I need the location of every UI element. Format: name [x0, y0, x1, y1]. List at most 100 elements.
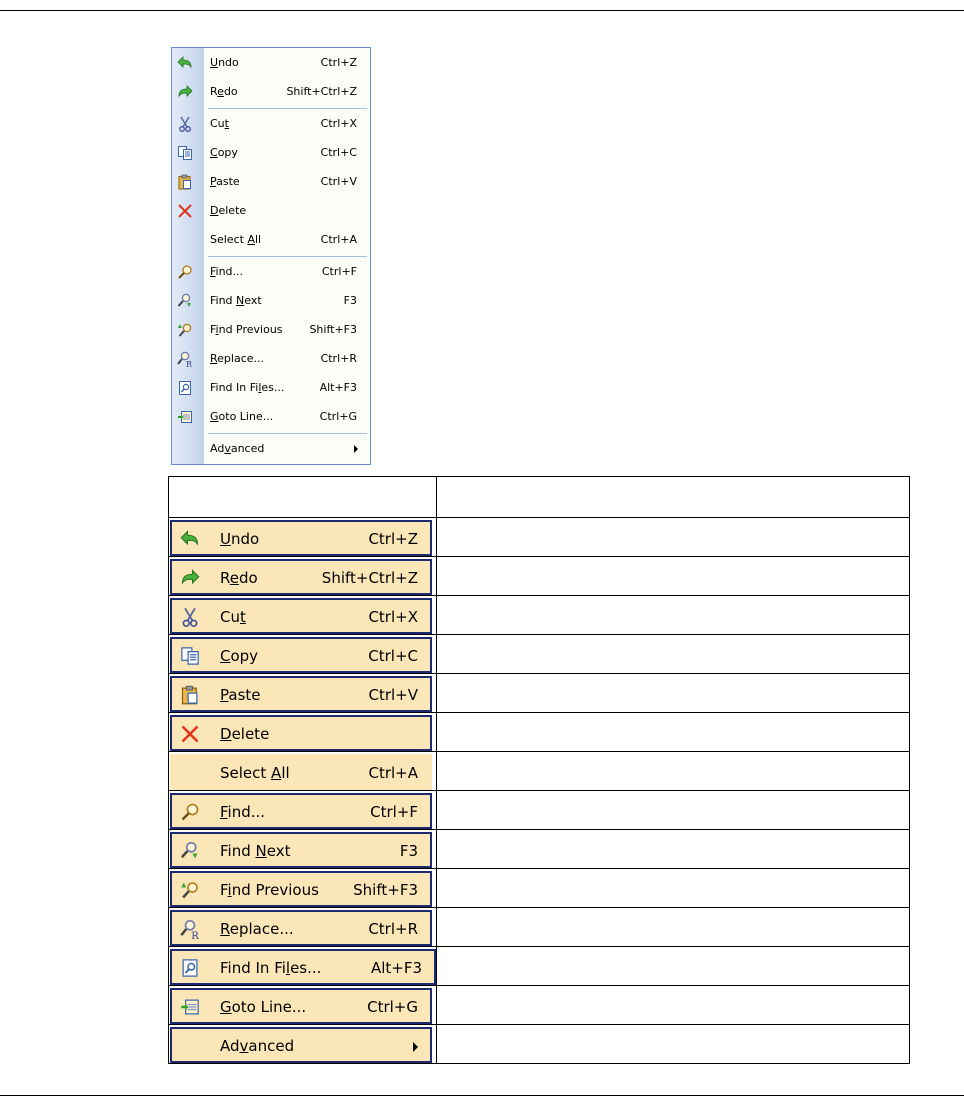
shortcut-label: Ctrl+F	[370, 803, 418, 821]
shortcut-label: Shift+Ctrl+Z	[286, 85, 357, 98]
paste-icon	[176, 173, 194, 191]
replace-icon: R	[178, 917, 202, 941]
table-row: Find Previous Shift+F3	[168, 868, 910, 908]
shortcut-label: Alt+F3	[319, 381, 357, 394]
shortcut-label: Ctrl+F	[321, 265, 357, 278]
svg-text:R: R	[191, 931, 199, 939]
shortcut-label: Shift+F3	[309, 323, 357, 336]
shortcut-label: Ctrl+Z	[320, 56, 357, 69]
menu-item-delete[interactable]: Delete	[172, 197, 370, 225]
shortcut-label: Shift+Ctrl+Z	[321, 569, 418, 587]
description-cell	[436, 751, 910, 791]
undo-icon	[176, 54, 194, 72]
menu-item-delete-large[interactable]: Delete	[170, 715, 432, 751]
menu-item-copy-large[interactable]: Copy Ctrl+C	[170, 637, 432, 673]
menu-separator	[208, 433, 367, 434]
copy-icon	[176, 144, 194, 162]
shortcut-label: Ctrl+C	[320, 146, 357, 159]
menu-item-replace-large[interactable]: R Replace... Ctrl+R	[170, 910, 432, 946]
shortcut-label: Ctrl+X	[368, 608, 418, 626]
menu-item-find-in-files[interactable]: Find In Files... Alt+F3	[172, 374, 370, 402]
menu-separator	[208, 108, 367, 109]
description-cell	[436, 946, 910, 986]
find-previous-icon	[178, 878, 202, 902]
table-row: R Replace... Ctrl+R	[168, 907, 910, 947]
replace-icon: R	[176, 350, 194, 368]
menu-item-find-next[interactable]: Find Next F3	[172, 287, 370, 315]
menu-item-redo-large[interactable]: Redo Shift+Ctrl+Z	[170, 559, 432, 595]
menu-item-find-previous-large[interactable]: Find Previous Shift+F3	[170, 871, 432, 907]
edit-context-menu: Undo Ctrl+Z Redo Shift+Ctrl+Z Cut Ctrl+X…	[171, 47, 371, 465]
menu-item-redo[interactable]: Redo Shift+Ctrl+Z	[172, 78, 370, 106]
shortcut-label: Ctrl+A	[320, 233, 357, 246]
menu-item-cut[interactable]: Cut Ctrl+X	[172, 110, 370, 138]
cut-icon	[176, 115, 194, 133]
shortcut-label: Shift+F3	[353, 881, 418, 899]
table-row: Find... Ctrl+F	[168, 790, 910, 830]
description-cell	[436, 673, 910, 713]
shortcut-label: Ctrl+G	[319, 410, 357, 423]
table-header-row	[168, 476, 910, 518]
menu-item-select-all-large[interactable]: Select All Ctrl+A	[170, 754, 432, 790]
menu-item-goto-line[interactable]: Goto Line... Ctrl+G	[172, 403, 370, 431]
shortcut-label: Ctrl+V	[368, 686, 418, 704]
table-row: Delete	[168, 712, 910, 752]
header-cell-item	[168, 476, 437, 518]
menu-item-find-in-files-large[interactable]: Find In Files... Alt+F3	[170, 949, 436, 985]
bottom-rule	[0, 1095, 964, 1096]
table-row: Advanced	[168, 1024, 910, 1064]
shortcut-label: Ctrl+G	[367, 998, 418, 1016]
find-next-icon	[176, 292, 194, 310]
top-rule	[0, 10, 964, 11]
shortcut-label: Ctrl+Z	[368, 530, 418, 548]
find-next-icon	[178, 839, 202, 863]
table-row: Select All Ctrl+A	[168, 751, 910, 791]
menu-item-copy[interactable]: Copy Ctrl+C	[172, 139, 370, 167]
delete-icon	[178, 722, 202, 746]
description-cell	[436, 712, 910, 752]
shortcut-label: Ctrl+C	[368, 647, 418, 665]
menu-reference-table: Undo Ctrl+Z Redo Shift+Ctrl+Z Cut Ctrl+X	[168, 476, 910, 1064]
menu-item-advanced-large[interactable]: Advanced	[170, 1027, 432, 1063]
menu-item-replace[interactable]: R Replace... Ctrl+R	[172, 345, 370, 373]
menu-item-cut-large[interactable]: Cut Ctrl+X	[170, 598, 432, 634]
description-cell	[436, 595, 910, 635]
shortcut-label: Ctrl+A	[368, 764, 418, 782]
table-row: Find In Files... Alt+F3	[168, 946, 910, 986]
description-cell	[436, 790, 910, 830]
menu-item-find-large[interactable]: Find... Ctrl+F	[170, 793, 432, 829]
description-cell	[436, 868, 910, 908]
menu-item-goto-line-large[interactable]: Goto Line... Ctrl+G	[170, 988, 432, 1024]
menu-item-advanced[interactable]: Advanced	[172, 435, 370, 463]
cut-icon	[178, 605, 202, 629]
menu-item-undo[interactable]: Undo Ctrl+Z	[172, 49, 370, 77]
description-cell	[436, 829, 910, 869]
menu-item-find-previous[interactable]: Find Previous Shift+F3	[172, 316, 370, 344]
redo-icon	[176, 83, 194, 101]
paste-icon	[178, 683, 202, 707]
redo-icon	[178, 566, 202, 590]
menu-item-find-next-large[interactable]: Find Next F3	[170, 832, 432, 868]
description-cell	[436, 517, 910, 557]
shortcut-label: Ctrl+R	[320, 352, 357, 365]
description-cell	[436, 985, 910, 1025]
find-in-files-icon	[176, 379, 194, 397]
header-cell-description	[436, 476, 910, 518]
description-cell	[436, 907, 910, 947]
delete-icon	[176, 202, 194, 220]
menu-item-paste[interactable]: Paste Ctrl+V	[172, 168, 370, 196]
menu-item-paste-large[interactable]: Paste Ctrl+V	[170, 676, 432, 712]
description-cell	[436, 556, 910, 596]
menu-item-find[interactable]: Find... Ctrl+F	[172, 258, 370, 286]
find-in-files-icon	[178, 956, 202, 980]
menu-item-select-all[interactable]: Select All Ctrl+A	[172, 226, 370, 254]
find-icon	[178, 800, 202, 824]
shortcut-label: F3	[343, 294, 357, 307]
copy-icon	[178, 644, 202, 668]
find-previous-icon	[176, 321, 194, 339]
submenu-arrow-icon	[354, 445, 358, 453]
shortcut-label: Ctrl+V	[320, 175, 357, 188]
menu-item-undo-large[interactable]: Undo Ctrl+Z	[170, 520, 432, 556]
shortcut-label: F3	[399, 842, 418, 860]
table-row: Undo Ctrl+Z	[168, 517, 910, 557]
